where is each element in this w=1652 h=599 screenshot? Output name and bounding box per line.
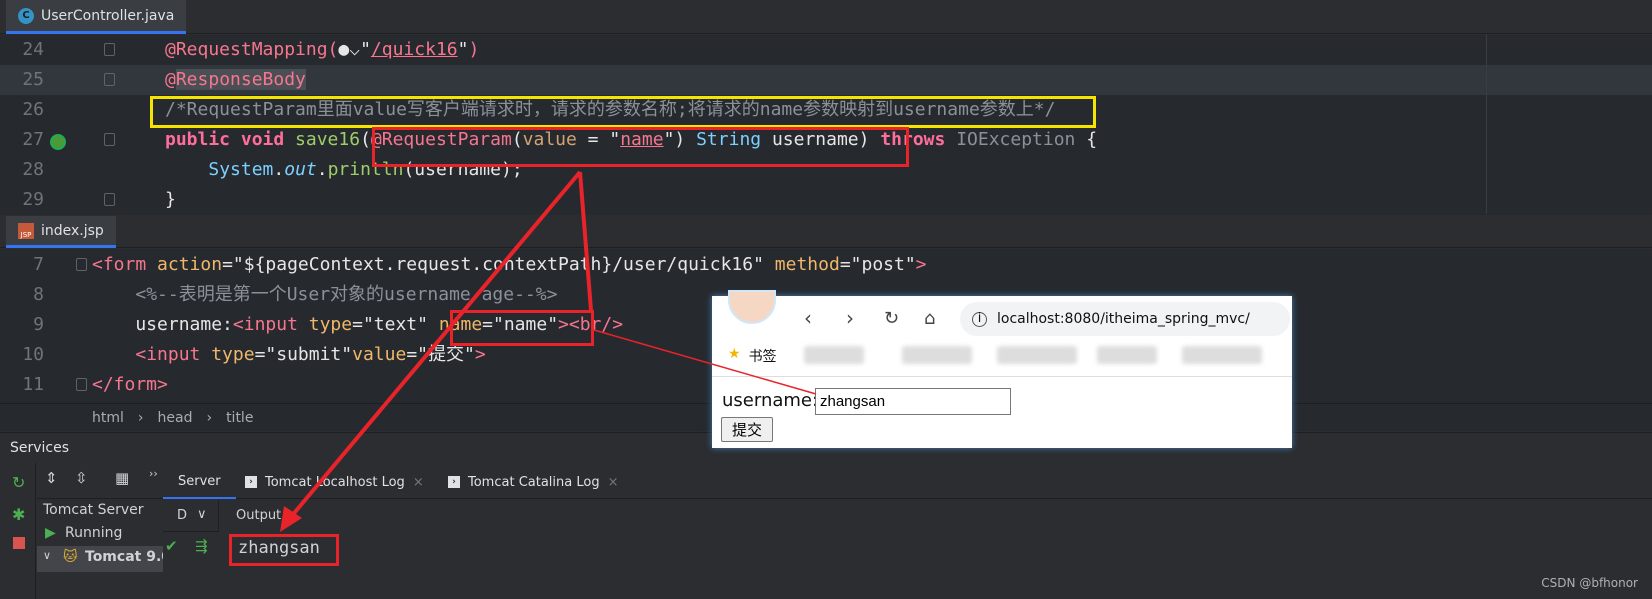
watermark: CSDN @bfhonor (1541, 576, 1638, 590)
arrow-line (578, 171, 593, 311)
spring-web-endpoint-icon[interactable] (50, 134, 66, 150)
connector-line (593, 329, 817, 395)
arrow-line (288, 170, 582, 520)
annotation-arrows (280, 170, 817, 532)
